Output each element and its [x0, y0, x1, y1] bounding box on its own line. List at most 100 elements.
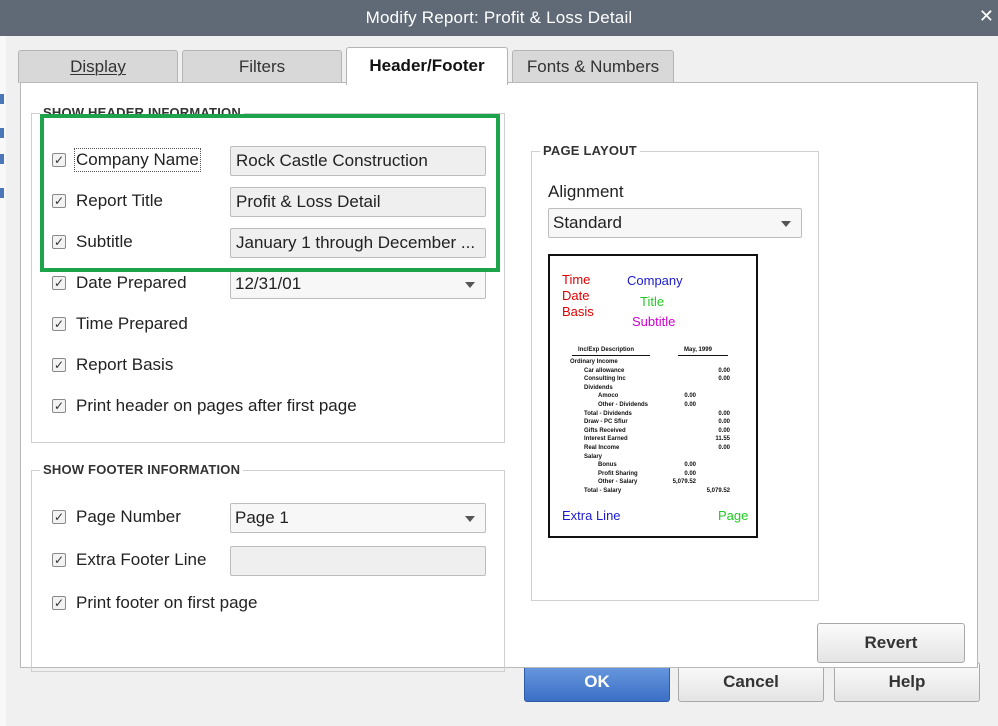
preview-row-label: Other - Salary — [598, 479, 638, 486]
show-header-label: SHOW HEADER INFORMATION — [40, 105, 244, 120]
extra-footer-line-input[interactable] — [230, 546, 486, 576]
preview-header-rule — [678, 355, 728, 356]
print-footer-first-page-label[interactable]: Print footer on first page — [76, 593, 257, 613]
report-title-input[interactable]: Profit & Loss Detail — [230, 187, 486, 217]
preview-row-subvalue: 0.00 — [684, 393, 696, 400]
preview-row-label: Consulting Inc — [584, 376, 626, 383]
subtitle-input[interactable]: January 1 through December ... — [230, 228, 486, 258]
time-prepared-label[interactable]: Time Prepared — [76, 314, 188, 334]
print-header-after-first-row: ✓ Print header on pages after first page — [52, 395, 492, 421]
extra-footer-line-label[interactable]: Extra Footer Line — [76, 550, 206, 570]
preview-row-value: 0.00 — [718, 410, 730, 417]
page-layout-label: PAGE LAYOUT — [540, 143, 640, 158]
preview-row-subvalue: 0.00 — [684, 470, 696, 477]
preview-row-label: Profit Sharing — [598, 470, 638, 477]
company-name-checkbox[interactable]: ✓ — [52, 153, 66, 167]
tab-fonts-numbers-label: Fonts & Numbers — [526, 57, 660, 76]
report-basis-row: ✓ Report Basis — [52, 354, 492, 380]
time-prepared-checkbox[interactable]: ✓ — [52, 317, 66, 331]
tab-display[interactable]: Display — [18, 50, 178, 83]
tab-display-label: Display — [70, 57, 126, 76]
preview-row-label: Ordinary Income — [570, 359, 618, 365]
preview-row-label: Total - Salary — [584, 488, 622, 494]
chevron-down-icon — [465, 516, 475, 522]
preview-title: Title — [640, 294, 665, 309]
page-number-label[interactable]: Page Number — [76, 507, 181, 527]
date-prepared-value: 12/31/01 — [235, 274, 302, 293]
report-basis-checkbox[interactable]: ✓ — [52, 358, 66, 372]
page-layout-preview: Time Date Basis Company Title Subtitle I… — [548, 254, 758, 538]
show-footer-group: SHOW FOOTER INFORMATION ✓ Page Number Pa… — [31, 462, 505, 672]
print-header-after-first-label[interactable]: Print header on pages after first page — [76, 396, 357, 416]
company-name-input[interactable]: Rock Castle Construction — [230, 146, 486, 176]
alignment-value: Standard — [553, 213, 622, 232]
alignment-select[interactable]: Standard — [548, 208, 802, 238]
preview-row-label: Other - Dividends — [598, 402, 649, 408]
page-number-value: Page 1 — [235, 508, 289, 527]
tab-filters-label: Filters — [238, 57, 286, 76]
preview-row-label: Total - Dividends — [584, 410, 632, 417]
tab-filters[interactable]: Filters — [182, 50, 342, 83]
preview-row-label: Car allowance — [584, 367, 625, 374]
report-title-label[interactable]: Report Title — [76, 191, 163, 211]
help-button[interactable]: Help — [834, 662, 980, 702]
ok-button[interactable]: OK — [524, 662, 670, 702]
tab-header-footer-label: Header/Footer — [369, 56, 485, 75]
preview-date: Date — [562, 288, 590, 303]
preview-company: Company — [627, 273, 683, 288]
preview-col-header-description: Inc/Exp Description — [578, 347, 635, 353]
date-prepared-label[interactable]: Date Prepared — [76, 273, 187, 293]
subtitle-label[interactable]: Subtitle — [76, 232, 133, 252]
preview-subtitle: Subtitle — [632, 314, 676, 329]
page-layout-group: PAGE LAYOUT Alignment Standard Time Date… — [531, 143, 819, 601]
preview-row-subvalue: 5,079.52 — [672, 479, 696, 486]
page-number-select[interactable]: Page 1 — [230, 503, 486, 533]
date-prepared-checkbox[interactable]: ✓ — [52, 276, 66, 290]
report-basis-label[interactable]: Report Basis — [76, 355, 173, 375]
preview-row-value: 0.00 — [718, 427, 730, 434]
preview-row-value: 0.00 — [718, 367, 730, 374]
title-bar: Modify Report: Profit & Loss Detail ✕ — [0, 0, 998, 36]
preview-row-value: 11.55 — [715, 436, 730, 443]
preview-row-value: 0.00 — [718, 376, 730, 383]
preview-row-label: Amoco — [598, 393, 619, 400]
preview-row-label: Interest Earned — [584, 436, 628, 443]
revert-button[interactable]: Revert — [817, 623, 965, 663]
show-footer-label: SHOW FOOTER INFORMATION — [40, 462, 244, 477]
preview-row-label: Salary — [584, 453, 603, 460]
print-header-after-first-checkbox[interactable]: ✓ — [52, 399, 66, 413]
preview-row-label: Draw - PC Sflur — [584, 419, 628, 426]
tab-header-footer[interactable]: Header/Footer — [346, 47, 508, 85]
cancel-button[interactable]: Cancel — [678, 662, 824, 702]
preview-basis: Basis — [562, 304, 594, 319]
close-icon[interactable]: ✕ — [979, 6, 994, 27]
subtitle-checkbox[interactable]: ✓ — [52, 235, 66, 249]
preview-row-subvalue: 0.00 — [684, 402, 696, 408]
chevron-down-icon — [781, 221, 791, 227]
preview-col-header-period: May, 1999 — [684, 347, 712, 353]
tab-fonts-numbers[interactable]: Fonts & Numbers — [512, 50, 674, 83]
company-name-label[interactable]: Company Name — [74, 148, 201, 172]
preview-row-subvalue: 0.00 — [684, 462, 696, 469]
header-footer-panel: SHOW HEADER INFORMATION ✓ Company Name R… — [20, 82, 978, 672]
print-footer-first-page-row: ✓ Print footer on first page — [52, 592, 492, 618]
report-title-checkbox[interactable]: ✓ — [52, 194, 66, 208]
preview-extra-line: Extra Line — [562, 508, 621, 523]
preview-row-value: 0.00 — [718, 445, 730, 451]
window-title: Modify Report: Profit & Loss Detail — [365, 8, 633, 27]
preview-row-label: Bonus — [598, 462, 617, 469]
preview-header-rule — [572, 355, 650, 356]
alignment-label: Alignment — [548, 182, 624, 201]
preview-page: Page — [718, 508, 749, 523]
preview-row-label: Dividends — [584, 384, 613, 391]
date-prepared-select[interactable]: 12/31/01 — [230, 269, 486, 299]
page-number-checkbox[interactable]: ✓ — [52, 510, 66, 524]
preview-row-value: 5,079.52 — [706, 488, 730, 494]
extra-footer-line-checkbox[interactable]: ✓ — [52, 553, 66, 567]
preview-row-label: Gifts Received — [584, 427, 626, 434]
time-prepared-row: ✓ Time Prepared — [52, 313, 492, 339]
modify-report-dialog: Display Filters Header/Footer Fonts & Nu… — [6, 36, 998, 726]
print-footer-first-page-checkbox[interactable]: ✓ — [52, 596, 66, 610]
chevron-down-icon — [465, 282, 475, 288]
preview-row-value: 0.00 — [718, 419, 730, 426]
